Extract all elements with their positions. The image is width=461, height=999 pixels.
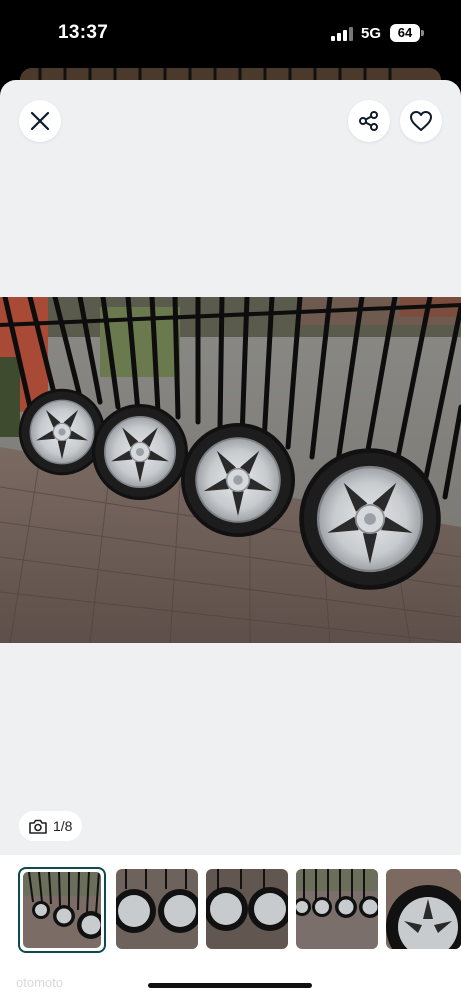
watermark: otomoto [16,975,63,990]
battery-icon: 64 [390,24,420,42]
home-indicator [148,983,312,988]
thumbnail-5[interactable] [386,869,461,949]
thumbnail-2[interactable] [116,869,198,949]
share-icon [359,111,378,131]
photo-counter: 1/8 [19,811,83,841]
screen: 13:37 5G 64 1/8 otomoto [0,0,461,999]
photo-counter-text: 1/8 [53,818,73,834]
camera-icon [29,819,47,834]
heart-icon [410,111,432,131]
close-icon [30,111,50,131]
thumbnail-4[interactable] [296,869,378,949]
photo-viewer-sheet: 1/8 [0,80,461,999]
thumbnail-3[interactable] [206,869,288,949]
network-type: 5G [361,25,382,42]
battery-level: 64 [397,25,413,40]
thumbnail-1[interactable] [18,867,106,953]
thumbnail-strip [0,855,461,999]
cellular-signal-icon [331,27,355,41]
status-bar: 13:37 5G 64 [0,0,461,66]
favorite-button[interactable] [400,100,442,142]
share-button[interactable] [348,100,390,142]
main-photo[interactable] [0,297,461,643]
status-time: 13:37 [58,22,109,43]
close-button[interactable] [19,100,61,142]
battery-tip [421,30,424,36]
